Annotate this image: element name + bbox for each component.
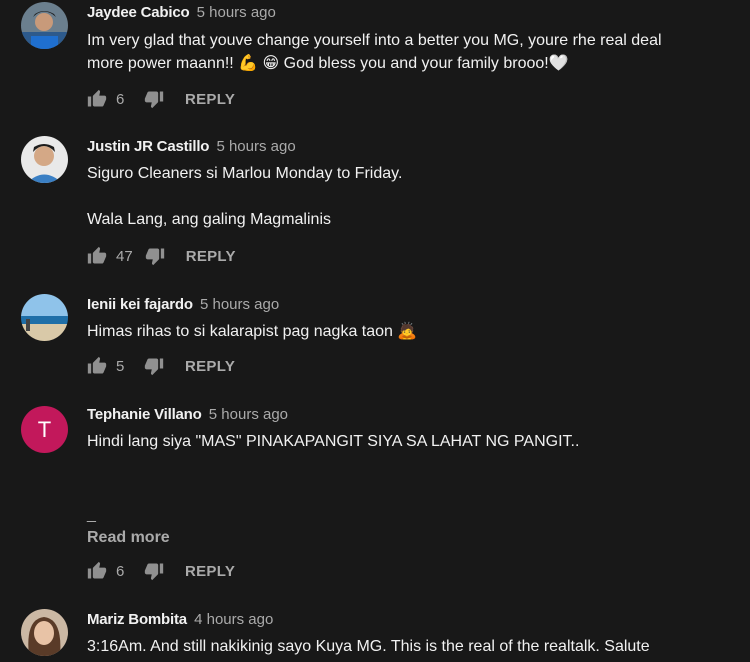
author-line: Ienii kei fajardo 5 hours ago [87,296,279,314]
thumb-up-icon[interactable] [87,89,107,109]
avatar[interactable]: T [21,406,68,453]
like-count: 6 [116,90,125,108]
thumb-up-icon[interactable] [87,356,107,376]
avatar[interactable] [21,2,68,49]
author-name[interactable]: Justin JR Castillo [87,138,209,155]
timestamp[interactable]: 5 hours ago [209,406,288,423]
timestamp[interactable]: 5 hours ago [216,138,295,155]
comment-text: Himas rihas to si kalarapist pag nagka t… [87,323,418,340]
comment-text: Im very glad that youve change yourself … [87,32,662,72]
thumb-down-icon[interactable] [144,561,164,581]
reply-button[interactable]: REPLY [185,358,235,375]
truncation-mark: _ [87,506,96,523]
author-line: Jaydee Cabico 5 hours ago [87,4,276,22]
timestamp[interactable]: 4 hours ago [194,611,273,628]
thumb-up-icon[interactable] [87,561,107,581]
thumb-down-icon[interactable] [145,246,165,266]
author-line: Tephanie Villano 5 hours ago [87,406,288,424]
comment-actions: 47 REPLY [87,244,236,268]
thumb-up-icon[interactable] [87,246,107,266]
author-line: Justin JR Castillo 5 hours ago [87,138,296,156]
like-count: 6 [116,562,125,580]
author-name[interactable]: Ienii kei fajardo [87,296,193,313]
comment-actions: 6 REPLY [87,559,235,583]
avatar[interactable] [21,294,68,341]
author-name[interactable]: Tephanie Villano [87,406,202,423]
author-name[interactable]: Mariz Bombita [87,611,187,628]
comment-actions: 6 REPLY [87,87,235,111]
thumb-down-icon[interactable] [144,89,164,109]
read-more-link[interactable]: Read more [87,529,170,547]
avatar[interactable] [21,136,68,183]
thumb-down-icon[interactable] [144,356,164,376]
timestamp[interactable]: 5 hours ago [197,4,276,21]
timestamp[interactable]: 5 hours ago [200,296,279,313]
like-count: 47 [116,247,133,265]
like-count: 5 [116,357,125,375]
reply-button[interactable]: REPLY [185,563,235,580]
comment-text: Siguro Cleaners si Marlou Monday to Frid… [87,165,403,228]
reply-button[interactable]: REPLY [186,248,236,265]
avatar-letter: T [37,416,52,442]
comment-text: 3:16Am. And still nakikinig sayo Kuya MG… [87,638,650,655]
comment-text: Hindi lang siya "MAS" PINAKAPANGIT SIYA … [87,433,580,450]
comment-actions: 5 REPLY [87,354,235,378]
avatar[interactable] [21,609,68,656]
author-name[interactable]: Jaydee Cabico [87,4,190,21]
reply-button[interactable]: REPLY [185,91,235,108]
author-line: Mariz Bombita 4 hours ago [87,611,273,629]
